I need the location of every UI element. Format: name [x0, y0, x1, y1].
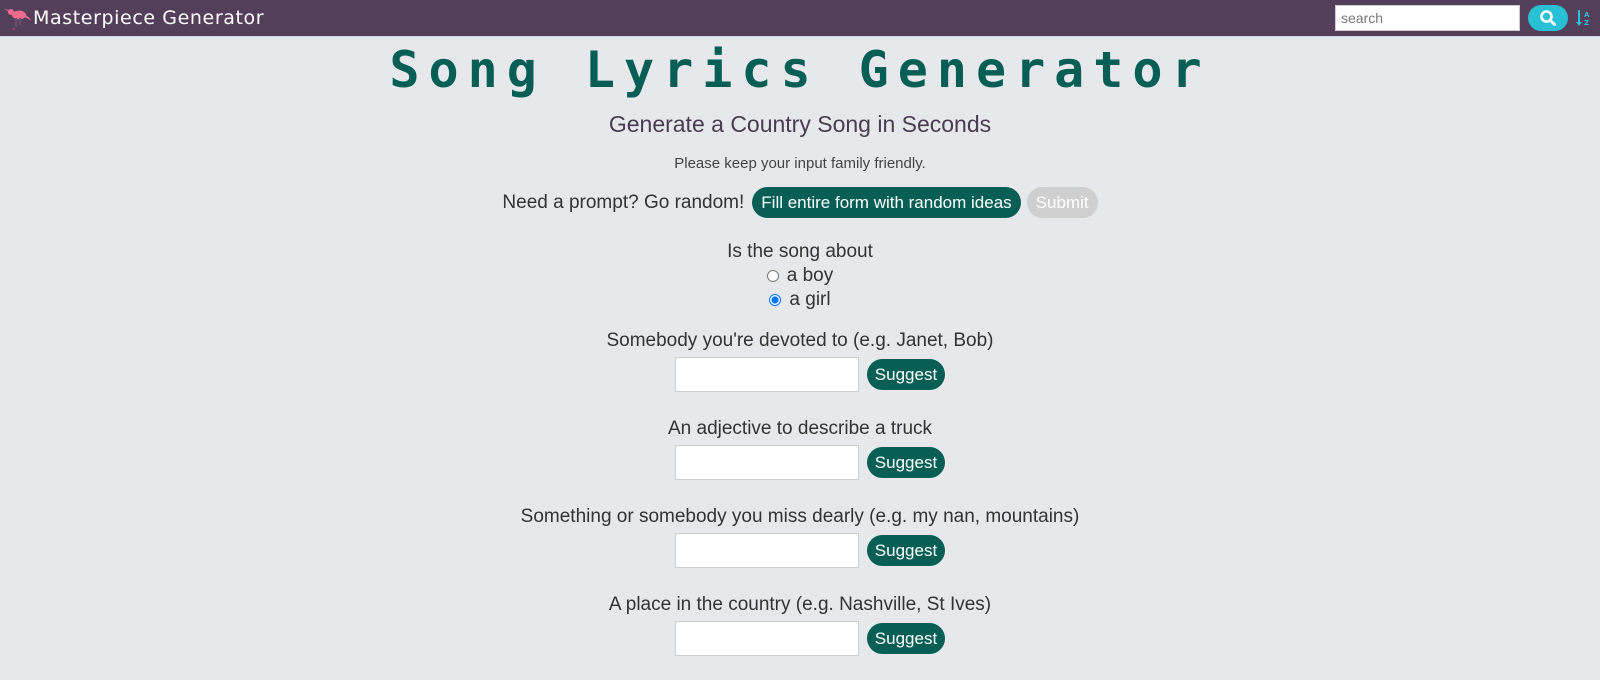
- page-title: Song Lyrics Generator: [389, 41, 1211, 99]
- radio-girl[interactable]: [769, 294, 782, 306]
- family-friendly-note: Please keep your input family friendly.: [674, 155, 926, 172]
- radio-boy[interactable]: [766, 270, 779, 282]
- radio-option-boy[interactable]: a boy: [0, 264, 1600, 288]
- field-devoted-to: Somebody you're devoted to (e.g. Janet, …: [0, 329, 1600, 392]
- page-subtitle: Generate a Country Song in Seconds: [608, 111, 992, 137]
- field-label: Somebody you're devoted to (e.g. Janet, …: [606, 330, 994, 351]
- field-label: An adjective to describe a truck: [667, 418, 933, 439]
- search-input[interactable]: [1335, 5, 1520, 31]
- fill-random-button[interactable]: Fill entire form with random ideas: [752, 187, 1021, 218]
- magnifier-icon: [1540, 10, 1556, 26]
- field-label: A place in the country (e.g. Nashville, …: [608, 594, 992, 615]
- suggest-button[interactable]: Suggest: [866, 535, 946, 566]
- field-label: Something or somebody you miss dearly (e…: [520, 506, 1080, 527]
- svg-text:A: A: [1584, 11, 1590, 19]
- brand-title: Masterpiece Generator: [33, 7, 265, 29]
- gender-radio-group: Is the song about a boy a girl: [0, 240, 1600, 312]
- suggest-button[interactable]: Suggest: [866, 623, 946, 654]
- radio-girl-label: a girl: [789, 289, 831, 310]
- sort-az-icon[interactable]: A Z: [1575, 6, 1591, 30]
- svg-text:Z: Z: [1584, 19, 1589, 27]
- country-place-input[interactable]: [674, 621, 859, 656]
- random-prompt-label: Need a prompt? Go random!: [502, 191, 745, 213]
- top-navbar: Masterpiece Generator A Z: [0, 0, 1600, 37]
- radio-boy-label: a boy: [786, 265, 834, 286]
- radio-option-girl[interactable]: a girl: [0, 288, 1600, 312]
- field-truck-adjective: An adjective to describe a truck Suggest: [0, 417, 1600, 480]
- field-miss-dearly: Something or somebody you miss dearly (e…: [0, 505, 1600, 568]
- random-prompt-row: Need a prompt? Go random! Fill entire fo…: [0, 187, 1600, 218]
- devoted-to-input[interactable]: [674, 357, 859, 392]
- kangaroo-logo-icon: [4, 9, 31, 30]
- submit-button[interactable]: Submit: [1026, 187, 1098, 218]
- search-button[interactable]: [1528, 5, 1568, 31]
- brand[interactable]: Masterpiece Generator: [2, 0, 264, 36]
- gender-question-label: Is the song about: [727, 241, 873, 262]
- truck-adjective-input[interactable]: [674, 445, 859, 480]
- suggest-button[interactable]: Suggest: [866, 359, 946, 390]
- suggest-button[interactable]: Suggest: [866, 447, 946, 478]
- miss-dearly-input[interactable]: [674, 533, 859, 568]
- field-country-place: A place in the country (e.g. Nashville, …: [0, 593, 1600, 656]
